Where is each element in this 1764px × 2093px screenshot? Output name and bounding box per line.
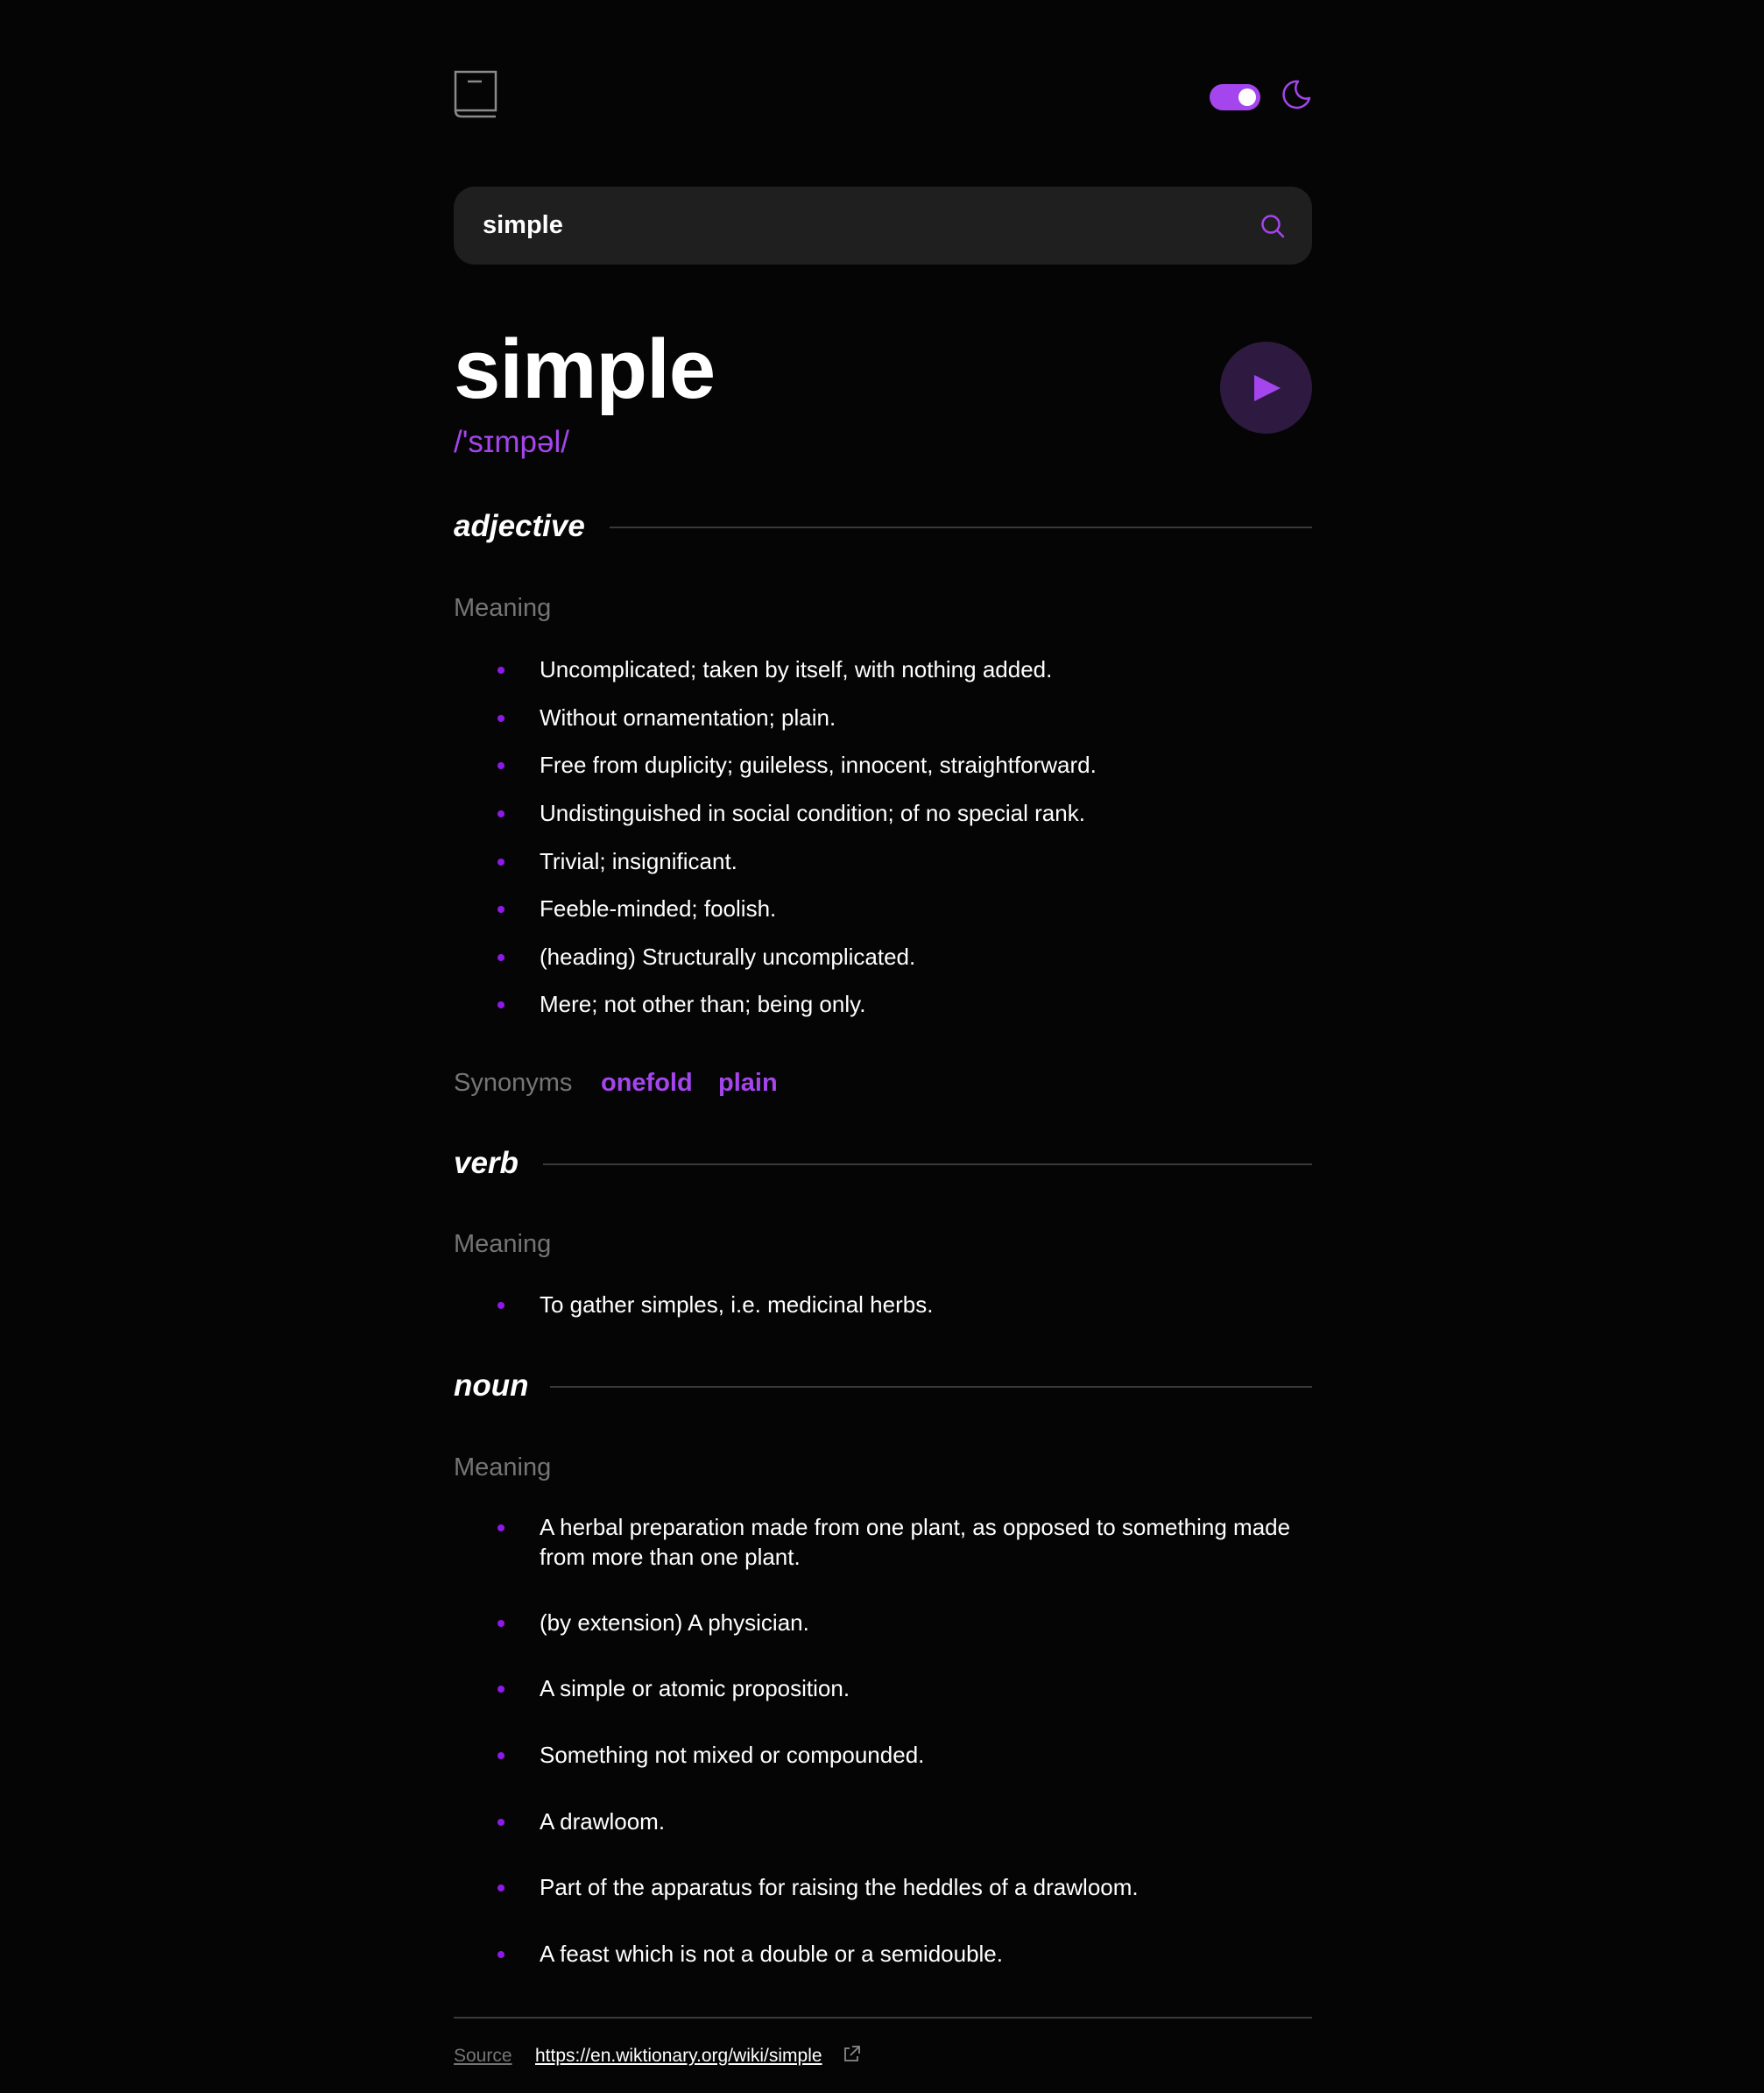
moon-icon <box>1281 79 1312 115</box>
definition-item: Feeble-minded; foolish. <box>497 894 1293 923</box>
definition-item: Something not mixed or compounded. <box>497 1740 1293 1770</box>
divider <box>543 1163 1312 1165</box>
book-icon[interactable] <box>454 70 497 124</box>
source-label: Source <box>454 2046 512 2066</box>
definition-item: Free from duplicity; guileless, innocent… <box>497 750 1293 780</box>
definition-item: A drawloom. <box>497 1807 1293 1836</box>
section-adjective-heading: adjective <box>454 505 1312 548</box>
meaning-label: Meaning <box>454 594 552 622</box>
definition-item: Mere; not other than; being only. <box>497 989 1293 1019</box>
divider <box>610 527 1312 528</box>
definition-item: Undistinguished in social condition; of … <box>497 798 1293 828</box>
part-of-speech: noun <box>454 1368 529 1403</box>
word-title: simple <box>454 322 716 416</box>
part-of-speech: adjective <box>454 509 585 543</box>
definition-item: Without ornamentation; plain. <box>497 703 1293 732</box>
search-input[interactable] <box>483 187 1236 265</box>
theme-toggle[interactable] <box>1210 84 1260 110</box>
footer-divider <box>454 2017 1312 2019</box>
meaning-label: Meaning <box>454 1230 552 1258</box>
synonym-link[interactable]: onefold <box>601 1065 693 1100</box>
definition-item: (heading) Structurally uncomplicated. <box>497 942 1293 972</box>
search-icon[interactable] <box>1259 213 1286 239</box>
part-of-speech: verb <box>454 1146 519 1180</box>
meaning-label: Meaning <box>454 1453 552 1481</box>
play-button[interactable] <box>1220 342 1312 434</box>
header <box>454 70 1312 119</box>
section-noun-heading: noun <box>454 1364 1312 1408</box>
definition-item: To gather simples, i.e. medicinal herbs. <box>497 1290 1293 1319</box>
external-link-icon[interactable] <box>842 2045 861 2068</box>
definition-item: A simple or atomic proposition. <box>497 1673 1293 1703</box>
synonyms-label: Synonyms <box>454 1069 573 1097</box>
definition-item: (by extension) A physician. <box>497 1608 1293 1637</box>
play-icon <box>1254 375 1281 401</box>
section-verb-heading: verb <box>454 1142 1312 1185</box>
definition-item: Trivial; insignificant. <box>497 846 1293 876</box>
search-bar <box>454 187 1312 265</box>
divider <box>550 1386 1312 1388</box>
theme-toggle-knob <box>1238 88 1256 106</box>
definition-item: Part of the apparatus for raising the he… <box>497 1872 1293 1902</box>
synonym-link[interactable]: plain <box>718 1065 778 1100</box>
definition-item: Uncomplicated; taken by itself, with not… <box>497 654 1293 684</box>
source-link[interactable]: https://en.wiktionary.org/wiki/simple <box>535 2043 822 2069</box>
definition-item: A feast which is not a double or a semid… <box>497 1939 1293 1969</box>
phonetic: /'sɪmpəl/ <box>454 425 569 459</box>
definition-item: A herbal preparation made from one plant… <box>497 1512 1293 1572</box>
